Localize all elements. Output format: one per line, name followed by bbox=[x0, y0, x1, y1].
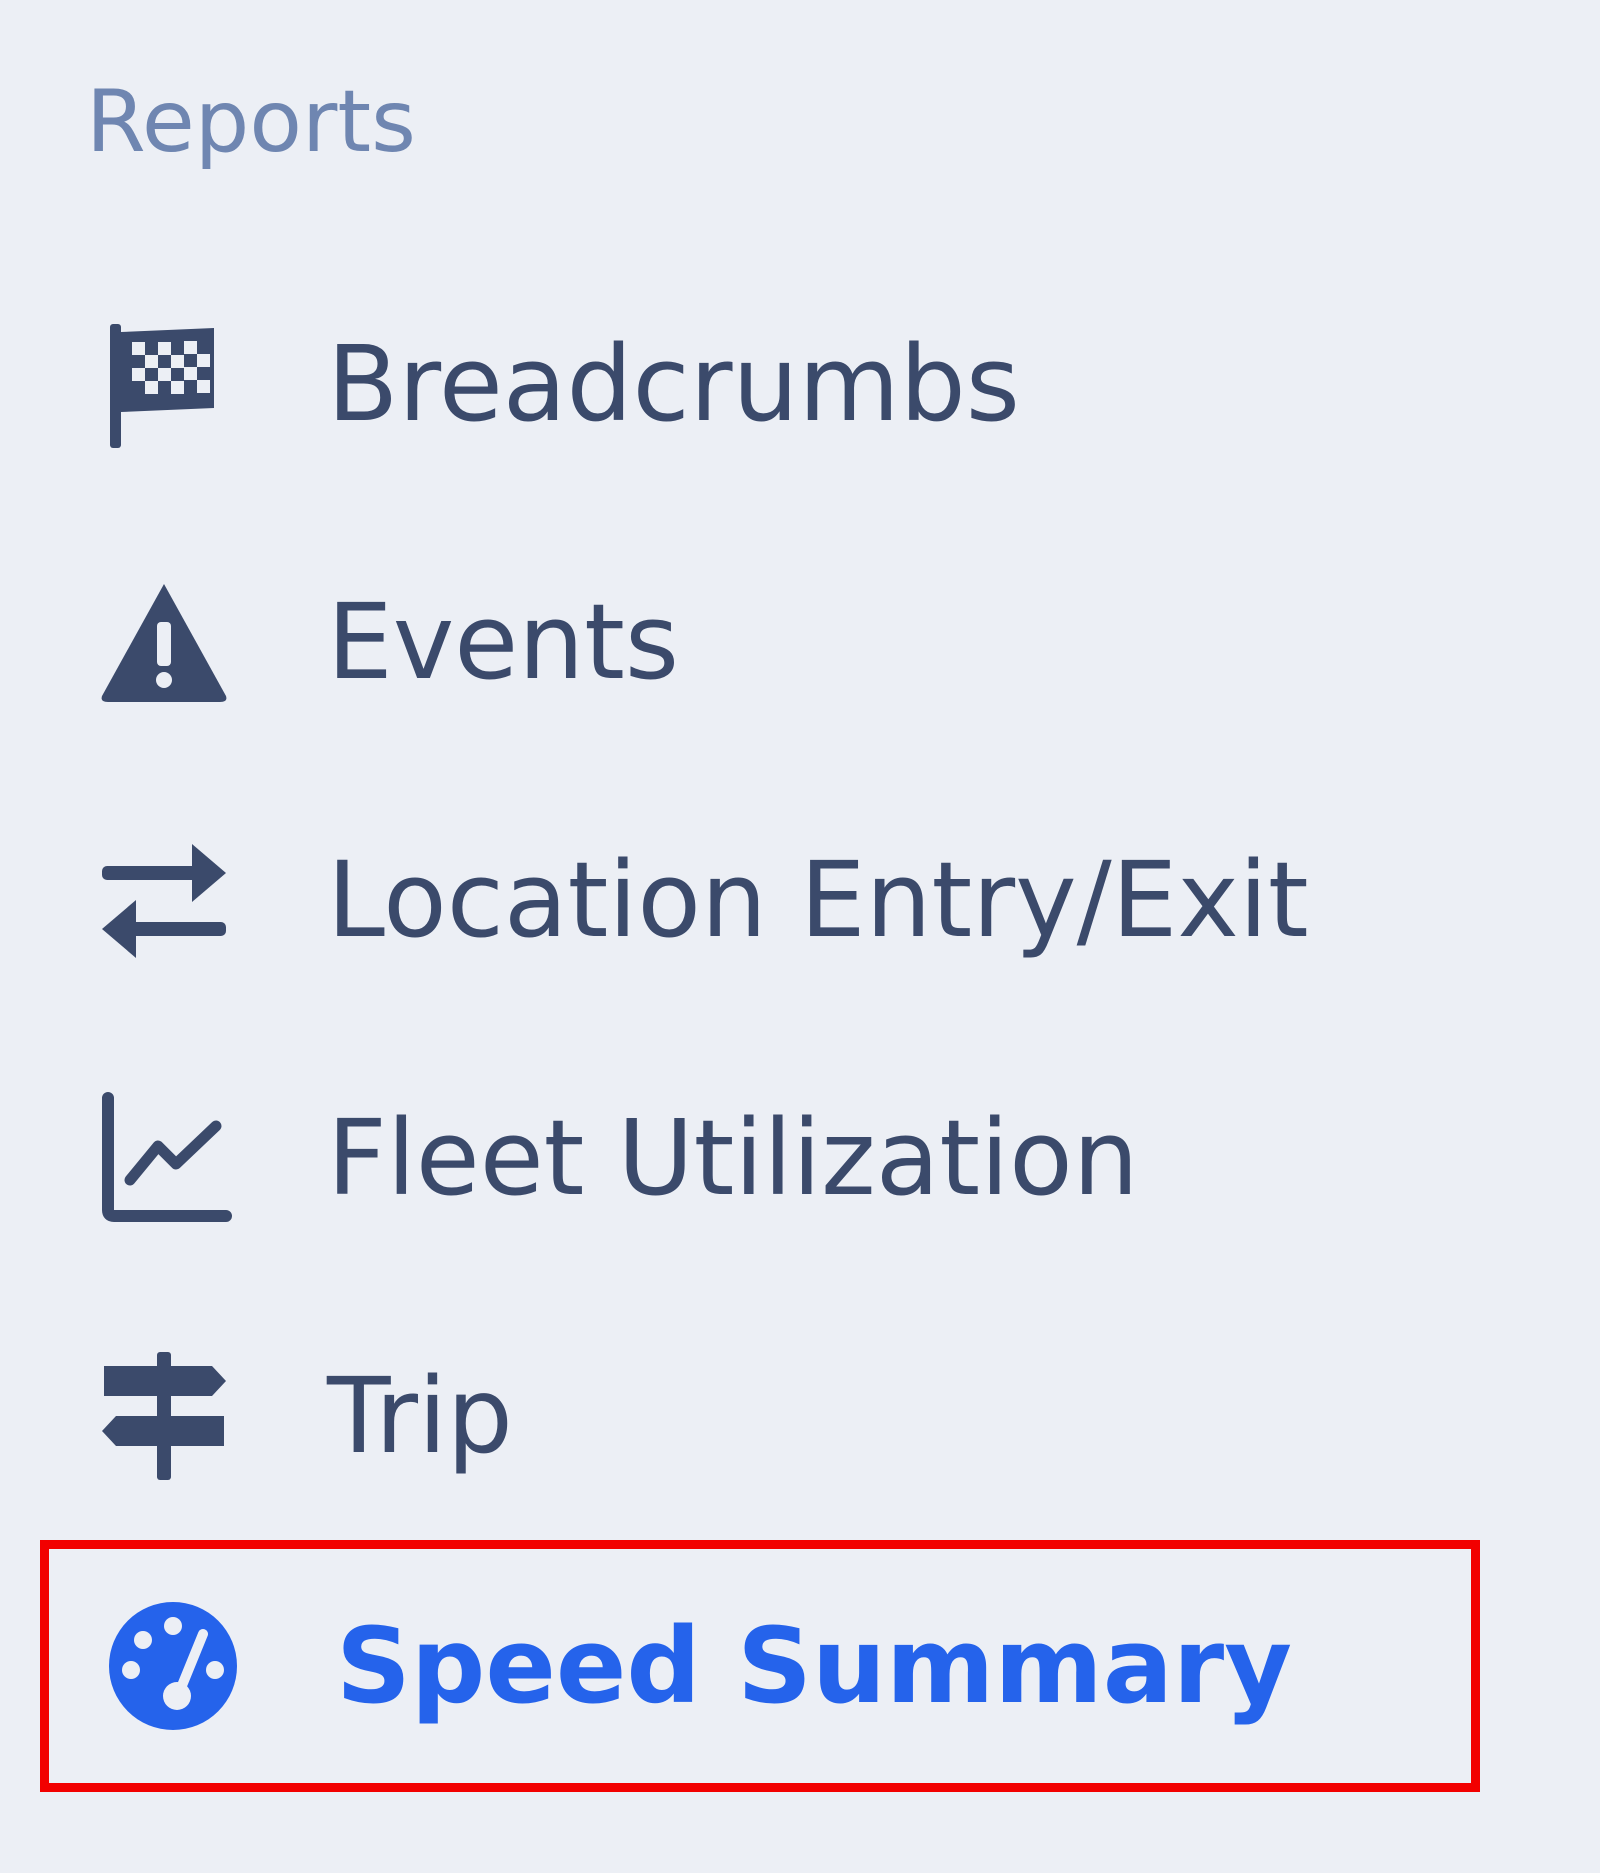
signpost-icon bbox=[94, 1346, 234, 1486]
sidebar-item-trip[interactable]: Trip bbox=[40, 1290, 1480, 1542]
line-chart-icon bbox=[94, 1088, 234, 1228]
speedometer-icon bbox=[103, 1596, 243, 1736]
sidebar-item-location-entry-exit[interactable]: Location Entry/Exit bbox=[40, 774, 1480, 1026]
sidebar-item-label: Location Entry/Exit bbox=[327, 839, 1309, 961]
sidebar-item-events[interactable]: Events bbox=[40, 516, 1480, 768]
sidebar-item-label: Fleet Utilization bbox=[327, 1097, 1139, 1219]
checkered-flag-icon bbox=[94, 314, 234, 454]
section-title-reports: Reports bbox=[86, 72, 416, 172]
sidebar-item-breadcrumbs[interactable]: Breadcrumbs bbox=[40, 258, 1480, 510]
sidebar-item-label: Breadcrumbs bbox=[327, 323, 1020, 445]
sidebar-item-label: Speed Summary bbox=[336, 1605, 1293, 1727]
sidebar-item-speed-summary[interactable]: Speed Summary bbox=[40, 1540, 1480, 1792]
sidebar-item-fleet-utilization[interactable]: Fleet Utilization bbox=[40, 1032, 1480, 1284]
sidebar-item-label: Trip bbox=[327, 1355, 513, 1477]
warning-triangle-icon bbox=[94, 572, 234, 712]
sidebar-item-label: Events bbox=[327, 581, 680, 703]
arrows-exchange-icon bbox=[94, 830, 234, 970]
